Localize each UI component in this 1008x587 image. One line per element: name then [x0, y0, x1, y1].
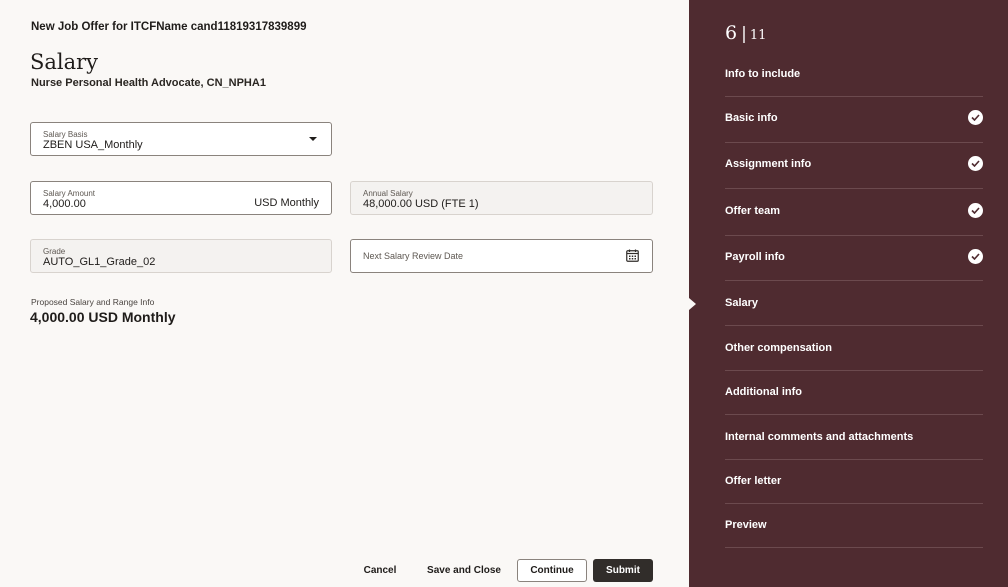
offer-title: New Job Offer for ITCFName cand118193178…: [31, 21, 307, 33]
divider: [725, 325, 983, 326]
job-subtitle: Nurse Personal Health Advocate, CN_NPHA1: [31, 77, 266, 89]
nav-item-info-to-include[interactable]: Info to include: [725, 68, 983, 80]
nav-item-label: Info to include: [725, 68, 801, 80]
grade-value: AUTO_GL1_Grade_02: [43, 256, 156, 268]
nav-item-label: Salary: [725, 297, 759, 309]
calendar-icon[interactable]: [626, 249, 639, 262]
nav-item-label: Internal comments and attachments: [725, 431, 914, 443]
divider: [725, 503, 983, 504]
salary-amount-field[interactable]: Salary Amount 4,000.00 USD Monthly: [30, 181, 332, 215]
salary-amount-suffix: USD Monthly: [254, 197, 319, 209]
check-circle-icon: [968, 203, 983, 218]
nav-item-label: Offer team: [725, 205, 781, 217]
nav-item-label: Basic info: [725, 112, 778, 124]
salary-basis-select[interactable]: Salary Basis ZBEN USA_Monthly: [30, 122, 332, 156]
divider: [725, 414, 983, 415]
step-separator: |: [741, 24, 747, 44]
nav-item-assignment-info[interactable]: Assignment info: [725, 156, 983, 171]
step-counter: 6 | 11: [725, 22, 766, 44]
proposed-salary-value: 4,000.00 USD Monthly: [30, 309, 176, 325]
guided-process-sidebar: 6 | 11 Info to include Basic info Assignme…: [689, 0, 1008, 587]
nav-item-payroll-info[interactable]: Payroll info: [725, 249, 983, 264]
divider: [725, 280, 983, 281]
nav-item-basic-info[interactable]: Basic info: [725, 110, 983, 125]
salary-basis-value: ZBEN USA_Monthly: [43, 139, 143, 151]
nav-item-offer-team[interactable]: Offer team: [725, 203, 983, 218]
check-circle-icon: [968, 156, 983, 171]
salary-amount-value: 4,000.00: [43, 198, 86, 210]
chevron-down-icon[interactable]: [309, 137, 317, 141]
divider: [725, 142, 983, 143]
nav-item-label: Other compensation: [725, 342, 832, 354]
nav-item-label: Preview: [725, 519, 767, 531]
divider: [725, 235, 983, 236]
divider: [725, 547, 983, 548]
cancel-button[interactable]: Cancel: [357, 559, 403, 582]
page-title: Salary: [30, 50, 99, 74]
nav-item-internal-comments[interactable]: Internal comments and attachments: [725, 431, 983, 443]
divider: [725, 188, 983, 189]
main-panel: New Job Offer for ITCFName cand118193178…: [0, 0, 689, 587]
total-steps: 11: [749, 28, 767, 43]
current-step-pointer: [689, 298, 696, 310]
grade-label: Grade: [43, 247, 66, 256]
nav-item-label: Offer letter: [725, 475, 782, 487]
next-review-date-placeholder: Next Salary Review Date: [363, 251, 464, 261]
divider: [725, 370, 983, 371]
check-circle-icon: [968, 110, 983, 125]
nav-item-label: Assignment info: [725, 158, 812, 170]
grade-field: Grade AUTO_GL1_Grade_02: [30, 239, 332, 273]
next-review-date-input[interactable]: Next Salary Review Date: [350, 239, 653, 273]
nav-item-additional-info[interactable]: Additional info: [725, 386, 983, 398]
nav-item-label: Payroll info: [725, 251, 785, 263]
annual-salary-value: 48,000.00 USD (FTE 1): [363, 198, 479, 210]
proposed-salary-label: Proposed Salary and Range Info: [31, 297, 155, 307]
salary-basis-label: Salary Basis: [43, 130, 88, 139]
salary-amount-label: Salary Amount: [43, 189, 96, 198]
submit-button[interactable]: Submit: [593, 559, 653, 582]
check-circle-icon: [968, 249, 983, 264]
annual-salary-label: Annual Salary: [363, 189, 413, 198]
save-and-close-button[interactable]: Save and Close: [420, 559, 508, 582]
nav-item-offer-letter[interactable]: Offer letter: [725, 475, 983, 487]
current-step: 6: [725, 22, 738, 44]
nav-item-salary[interactable]: Salary: [725, 297, 983, 309]
nav-item-preview[interactable]: Preview: [725, 519, 983, 531]
annual-salary-field: Annual Salary 48,000.00 USD (FTE 1): [350, 181, 653, 215]
divider: [725, 459, 983, 460]
nav-item-label: Additional info: [725, 386, 802, 398]
continue-button[interactable]: Continue: [517, 559, 587, 582]
nav-item-other-compensation[interactable]: Other compensation: [725, 342, 983, 354]
divider: [725, 96, 983, 97]
